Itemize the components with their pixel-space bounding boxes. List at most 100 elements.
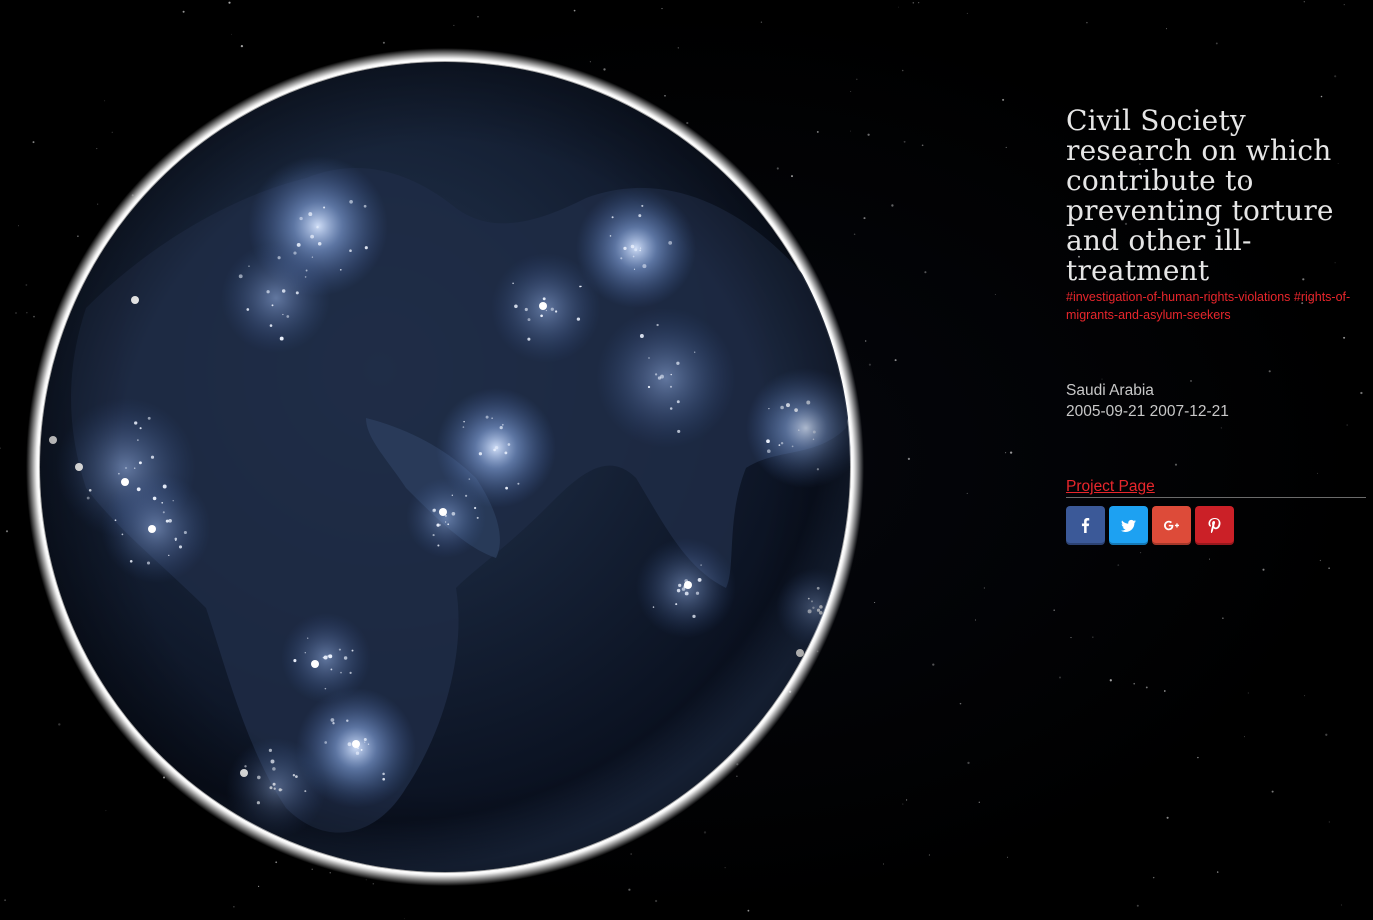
star — [865, 340, 867, 342]
star — [628, 888, 631, 891]
star — [1117, 564, 1120, 566]
star — [573, 9, 576, 12]
star — [654, 899, 658, 903]
twitter-icon — [1121, 518, 1136, 533]
star — [1271, 790, 1274, 793]
star — [403, 918, 405, 920]
star — [901, 69, 904, 72]
star — [966, 492, 968, 494]
star — [932, 663, 935, 666]
star — [1007, 856, 1008, 858]
star — [1215, 42, 1218, 45]
star — [1243, 736, 1245, 738]
tag-list: #investigation-of-human-rights-violation… — [1066, 288, 1366, 324]
earth-globe-render[interactable] — [26, 48, 864, 886]
star — [1166, 28, 1168, 30]
star — [228, 1, 231, 4]
star — [1005, 146, 1007, 148]
star — [1152, 876, 1155, 879]
star — [921, 144, 924, 147]
star — [1086, 21, 1088, 24]
star — [1319, 559, 1322, 562]
project-meta: Saudi Arabia 2005-09-21 2007-12-21 — [1066, 380, 1366, 422]
tag-link[interactable]: #investigation-of-human-rights-violation… — [1066, 290, 1290, 304]
star — [1140, 552, 1142, 554]
google-plus-icon — [1164, 518, 1179, 533]
date-range: 2005-09-21 2007-12-21 — [1066, 403, 1229, 420]
star — [231, 33, 233, 35]
star — [959, 702, 962, 705]
pinterest-share-button[interactable] — [1195, 506, 1234, 545]
country-label: Saudi Arabia — [1066, 382, 1154, 399]
star — [1197, 756, 1199, 759]
globe[interactable] — [26, 48, 864, 886]
star — [902, 803, 904, 805]
star — [477, 16, 479, 18]
star — [918, 2, 920, 4]
star — [1009, 451, 1013, 454]
star — [1304, 695, 1306, 697]
star — [760, 21, 763, 23]
star — [1166, 816, 1169, 819]
star — [966, 12, 968, 14]
share-buttons — [1066, 506, 1366, 545]
star — [1247, 692, 1249, 694]
star — [1070, 637, 1072, 639]
star — [1208, 558, 1211, 560]
info-panel: Civil Society research on which contribu… — [1066, 106, 1366, 545]
star — [1053, 609, 1055, 611]
star — [661, 8, 663, 10]
star — [1059, 676, 1061, 679]
star — [1133, 682, 1136, 685]
star — [1163, 690, 1166, 692]
star — [967, 761, 970, 765]
star — [894, 359, 897, 362]
star — [983, 587, 986, 589]
star — [907, 457, 911, 461]
star — [453, 24, 455, 26]
star — [382, 41, 385, 44]
star — [1325, 733, 1328, 736]
star — [874, 601, 876, 604]
star — [994, 293, 996, 295]
star — [903, 140, 906, 143]
star — [1005, 452, 1007, 454]
star — [4, 899, 6, 902]
star — [5, 530, 9, 533]
star — [1340, 904, 1343, 906]
star — [1328, 567, 1330, 569]
star — [1222, 617, 1224, 619]
star — [233, 906, 235, 908]
pinterest-icon — [1207, 518, 1222, 533]
star — [0, 447, 1, 449]
star — [1109, 679, 1112, 682]
star — [924, 271, 927, 274]
star — [1002, 98, 1005, 101]
star — [1303, 1, 1305, 3]
star — [1262, 568, 1265, 571]
star — [883, 863, 884, 865]
star — [182, 10, 185, 13]
twitter-share-button[interactable] — [1109, 506, 1148, 545]
star — [1343, 4, 1345, 6]
star — [1145, 686, 1148, 689]
star — [867, 133, 870, 136]
globe-viewport[interactable]: Civil Society research on which contribu… — [0, 0, 1373, 920]
city-light — [834, 625, 838, 629]
star — [1092, 636, 1094, 638]
facebook-share-button[interactable] — [1066, 506, 1105, 545]
google-plus-share-button[interactable] — [1152, 506, 1191, 545]
star — [975, 619, 976, 621]
project-page-link[interactable]: Project Page — [1066, 478, 1155, 495]
star — [891, 204, 894, 207]
star — [18, 225, 19, 227]
star — [1320, 95, 1323, 98]
star — [1216, 871, 1219, 873]
project-title: Civil Society research on which contribu… — [1066, 104, 1334, 287]
star — [898, 6, 899, 8]
star — [15, 312, 17, 314]
star — [240, 44, 244, 48]
star — [868, 363, 871, 366]
star — [747, 909, 750, 912]
star — [906, 799, 908, 801]
